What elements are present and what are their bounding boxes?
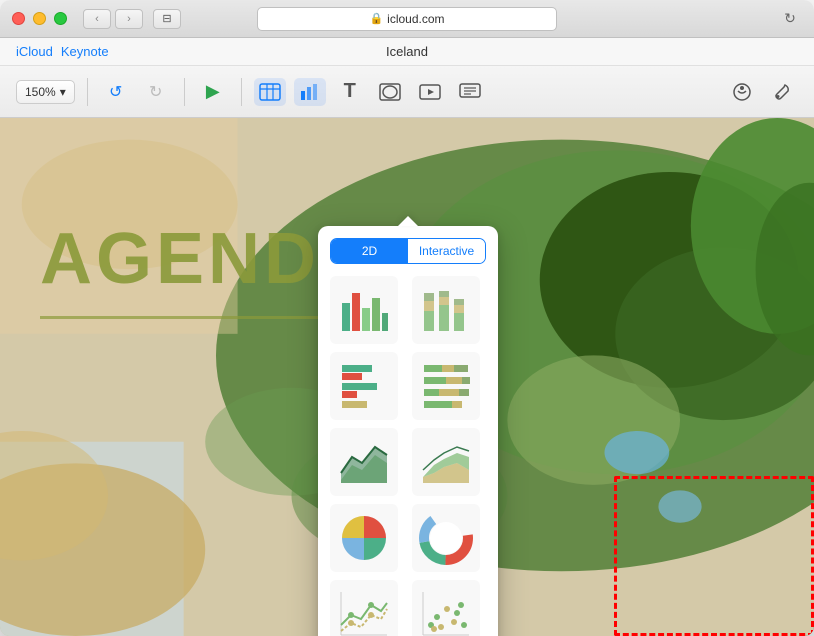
back-button[interactable]: ‹ [83, 9, 111, 29]
accessibility-button[interactable] [726, 78, 758, 106]
close-button[interactable] [12, 12, 25, 25]
toolbar-separator-3 [241, 78, 242, 106]
icloud-label: iCloud [16, 44, 53, 59]
play-button[interactable]: ▶ [197, 78, 229, 106]
redo-button[interactable]: ↻ [140, 78, 172, 106]
chart-button[interactable] [294, 78, 326, 106]
chart-option-scatter[interactable] [412, 580, 480, 636]
table-button[interactable] [254, 78, 286, 106]
toolbar-separator-1 [87, 78, 88, 106]
chart-option-area[interactable] [330, 428, 398, 496]
chart-options-grid [330, 276, 486, 636]
minimize-button[interactable] [33, 12, 46, 25]
chart-option-bar-grouped[interactable] [330, 276, 398, 344]
zoom-control[interactable]: 150% ▾ [16, 80, 75, 104]
shape-button[interactable] [374, 78, 406, 106]
comment-button[interactable] [454, 78, 486, 106]
zoom-chevron-icon: ▾ [60, 85, 66, 99]
address-bar[interactable]: 🔒 icloud.com [257, 7, 557, 31]
traffic-lights [12, 12, 67, 25]
media-button[interactable] [414, 78, 446, 106]
chart-option-hbar-stacked[interactable] [412, 352, 480, 420]
right-toolbar-icons [726, 78, 798, 106]
chart-option-pie[interactable] [330, 504, 398, 572]
sidebar-toggle-button[interactable]: ⊟ [153, 9, 181, 29]
chart-option-donut[interactable] [412, 504, 480, 572]
main-toolbar: 150% ▾ ↺ ↻ ▶ T [0, 66, 814, 118]
title-bar: ‹ › ⊟ 🔒 icloud.com ↻ [0, 0, 814, 38]
zoom-value: 150% [25, 85, 56, 99]
url-text: icloud.com [387, 12, 444, 26]
chart-option-area-stacked[interactable] [412, 428, 480, 496]
chart-type-tabs: 2D Interactive [330, 238, 486, 264]
chart-option-hbar-grouped[interactable] [330, 352, 398, 420]
tab-2d[interactable]: 2D [331, 239, 408, 263]
lock-icon: 🔒 [369, 12, 383, 25]
selection-box [614, 476, 814, 636]
keynote-label: Keynote [61, 44, 109, 59]
reload-button[interactable]: ↻ [778, 7, 802, 31]
zoom-window-button[interactable] [54, 12, 67, 25]
chart-picker-popup: 2D Interactive [318, 226, 498, 636]
forward-button[interactable]: › [115, 9, 143, 29]
toolbar-separator-2 [184, 78, 185, 106]
slide-canvas: AGENDA 2D Interactive [0, 118, 814, 636]
undo-button[interactable]: ↺ [100, 78, 132, 106]
wrench-button[interactable] [766, 78, 798, 106]
text-button[interactable]: T [334, 78, 366, 106]
chart-option-bar-stacked[interactable] [412, 276, 480, 344]
app-window: ‹ › ⊟ 🔒 icloud.com ↻ iCloud Keynote Icel… [0, 0, 814, 636]
chart-option-line[interactable] [330, 580, 398, 636]
app-header: iCloud Keynote Iceland [0, 38, 814, 66]
document-title: Iceland [386, 44, 428, 59]
tab-interactive[interactable]: Interactive [408, 239, 485, 263]
